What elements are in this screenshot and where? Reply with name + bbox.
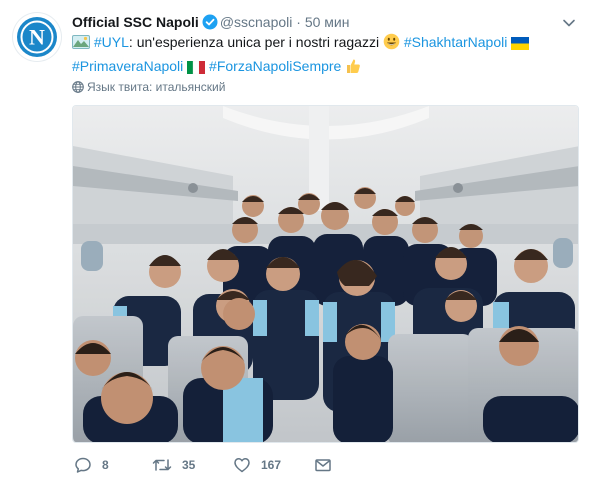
heart-icon bbox=[234, 458, 250, 473]
direct-message-action[interactable] bbox=[314, 456, 332, 474]
thumbs-up-emoji bbox=[345, 58, 361, 80]
retweet-action[interactable]: 35 bbox=[152, 456, 195, 474]
author-handle[interactable]: @sscnapoli bbox=[220, 14, 293, 30]
language-label: Язык твита: итальянский bbox=[87, 80, 226, 94]
retweet-icon bbox=[152, 459, 172, 471]
retweet-count: 35 bbox=[182, 458, 196, 472]
tweet: N Official SSC Napoli @sscnapoli · 50 мин… bbox=[0, 0, 595, 482]
reply-icon bbox=[75, 457, 91, 473]
hashtag-primaveranapoli[interactable]: #PrimaveraNapoli bbox=[72, 58, 183, 74]
like-action[interactable]: 167 bbox=[233, 456, 281, 474]
tweet-body: : un'esperienza unica per i nostri ragaz… bbox=[128, 34, 383, 50]
envelope-icon bbox=[315, 459, 331, 472]
separator-dot: · bbox=[296, 14, 301, 30]
avatar[interactable]: N bbox=[13, 13, 61, 61]
hashtag-shakhtarnapoli[interactable]: #ShakhtarNapoli bbox=[400, 34, 508, 50]
tweet-photo[interactable] bbox=[72, 105, 579, 443]
reply-action[interactable]: 8 bbox=[74, 456, 109, 474]
italy-flag-emoji bbox=[187, 59, 206, 80]
team-photo bbox=[73, 106, 578, 442]
ukraine-flag-emoji bbox=[511, 35, 530, 56]
tweet-language: Язык твита: итальянский bbox=[72, 79, 225, 95]
globe-icon bbox=[72, 81, 84, 93]
smile-emoji bbox=[383, 33, 400, 56]
svg-text:N: N bbox=[29, 25, 45, 50]
reply-count: 8 bbox=[102, 458, 109, 472]
youth-league-emoji bbox=[72, 34, 90, 56]
author-name[interactable]: Official SSC Napoli bbox=[72, 14, 199, 30]
tweet-actions: 8 35 167 bbox=[72, 456, 372, 476]
hashtag-uyl[interactable]: #UYL bbox=[90, 34, 129, 50]
like-count: 167 bbox=[261, 458, 282, 472]
tweet-text: #UYL: un'esperienza unica per i nostri r… bbox=[72, 32, 582, 80]
tweet-timestamp[interactable]: 50 мин bbox=[305, 14, 350, 30]
hashtag-forzanapolisempre[interactable]: #ForzaNapoliSempre bbox=[205, 58, 341, 74]
